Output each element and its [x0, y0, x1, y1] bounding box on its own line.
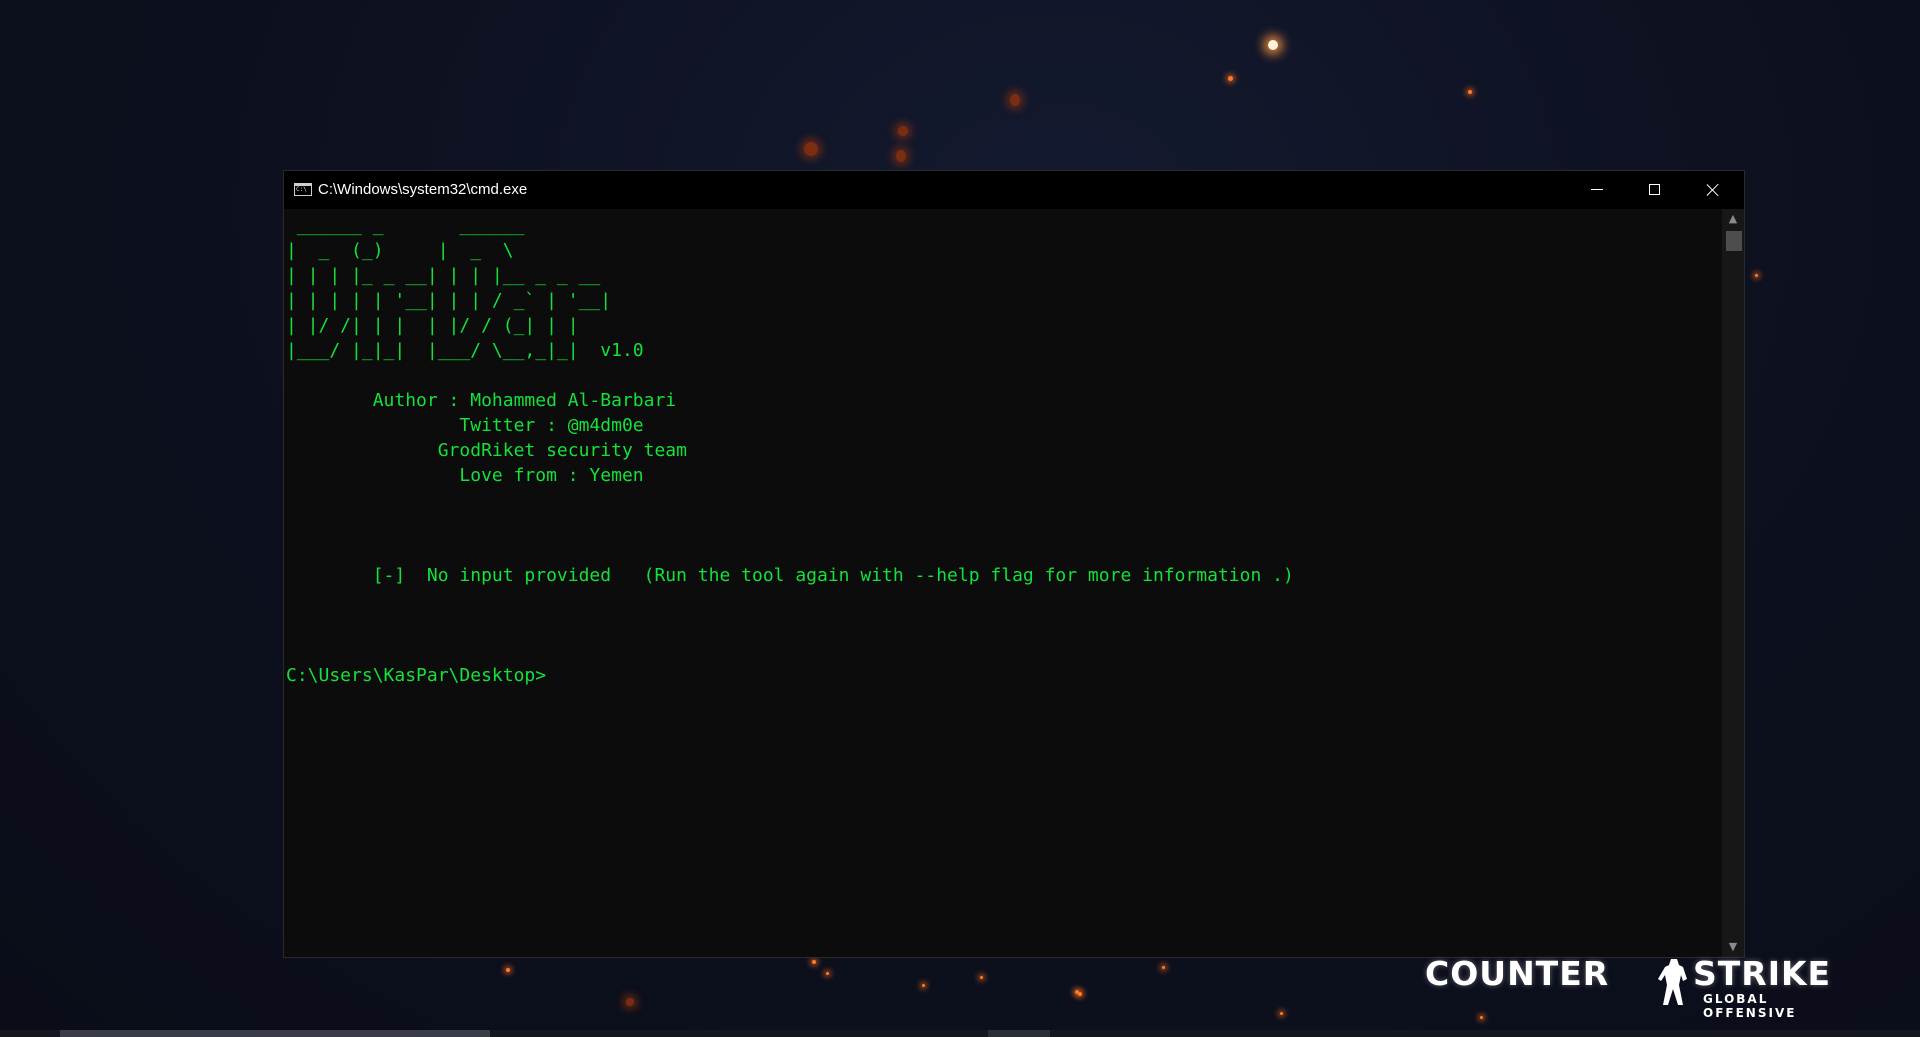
console-line: | |/ /| | | | |/ / (_| | | [286, 315, 579, 336]
console-line: Twitter : @m4dm0e [286, 415, 644, 436]
cmd-icon [294, 183, 312, 196]
ember-particle [1078, 992, 1082, 996]
scroll-up-arrow-icon[interactable]: ▲ [1722, 209, 1744, 229]
logo-word-right: STRIKE [1693, 954, 1832, 993]
console-line: [-] No input provided (Run the tool agai… [286, 565, 1294, 586]
close-icon [1706, 183, 1720, 197]
console-line: | _ (_) | _ \ [286, 240, 514, 261]
logo-word-left: COUNTER [1425, 954, 1610, 993]
minimize-icon [1591, 189, 1603, 190]
ember-particle [804, 142, 818, 156]
ember-particle [812, 960, 816, 964]
ember-particle [1228, 76, 1233, 81]
ember-particle [1010, 94, 1020, 106]
ember-particle [922, 984, 925, 987]
maximize-icon [1649, 184, 1660, 195]
console-line: Author : Mohammed Al-Barbari [286, 390, 677, 411]
console-line: ______ _ ______ [286, 215, 525, 236]
close-button[interactable] [1684, 171, 1742, 209]
console-line: | | | |_ _ __| | | |__ _ _ __ [286, 265, 601, 286]
console-line: |___/ |_|_| |___/ \__,_|_| v1.0 [286, 340, 644, 361]
game-logo: COUNTER STRIKE GLOBAL OFFENSIVE [1425, 954, 1860, 1021]
vertical-scrollbar[interactable]: ▲ ▼ [1722, 209, 1744, 957]
ember-particle [1480, 1016, 1483, 1019]
console-line: GrodRiket security team [286, 440, 687, 461]
ember-particle [1755, 274, 1758, 277]
ember-particle [1468, 90, 1472, 94]
ember-particle [626, 998, 634, 1006]
logo-subtitle: GLOBAL OFFENSIVE [1703, 992, 1797, 1020]
desktop-background: C:\Windows\system32\cmd.exe ______ _ ___… [0, 0, 1920, 1037]
scroll-thumb[interactable] [1726, 231, 1742, 251]
console-line: C:\Users\KasPar\Desktop> [286, 665, 547, 686]
title-bar[interactable]: C:\Windows\system32\cmd.exe [284, 171, 1744, 209]
ember-particle [898, 126, 908, 136]
taskbar-segment [988, 1030, 1050, 1037]
ember-particle [826, 972, 829, 975]
ember-particle [1268, 40, 1278, 50]
ember-particle [1162, 966, 1165, 969]
taskbar-segment [60, 1030, 490, 1037]
window-title: C:\Windows\system32\cmd.exe [318, 181, 528, 198]
soldier-silhouette-icon [1658, 959, 1687, 1005]
ember-particle [980, 976, 983, 979]
minimize-button[interactable] [1568, 171, 1626, 209]
cmd-window[interactable]: C:\Windows\system32\cmd.exe ______ _ ___… [283, 170, 1745, 958]
ember-particle [506, 968, 510, 972]
ember-particle [1280, 1012, 1283, 1015]
console-line: | | | | | '__| | | / _` | '__| [286, 290, 612, 311]
maximize-button[interactable] [1626, 171, 1684, 209]
ember-particle [896, 150, 906, 162]
console-text: ______ _ ______ | _ (_) | _ \ | | | |_ _… [286, 213, 1294, 688]
taskbar-edge [0, 1030, 1920, 1037]
console-line: Love from : Yemen [286, 465, 644, 486]
console-output[interactable]: ______ _ ______ | _ (_) | _ \ | | | |_ _… [284, 209, 1722, 957]
